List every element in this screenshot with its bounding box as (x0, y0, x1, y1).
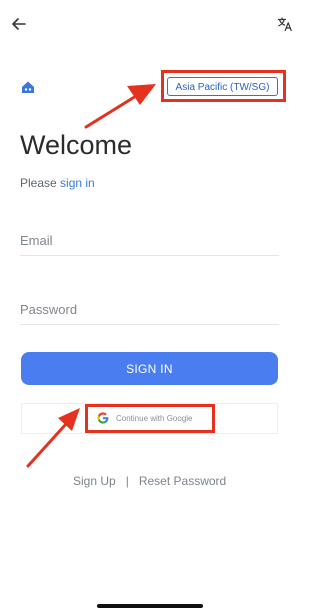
account-links: Sign Up | Reset Password (73, 474, 226, 488)
google-button-label: Continue with Google (116, 413, 193, 423)
signin-prompt: Please sign in (20, 176, 95, 190)
links-separator: | (125, 474, 129, 488)
signin-button[interactable]: SIGN IN (21, 352, 278, 385)
back-arrow-icon[interactable] (10, 15, 28, 33)
signin-link[interactable]: sign in (60, 176, 95, 190)
email-field[interactable] (20, 226, 279, 256)
home-indicator[interactable] (97, 604, 203, 608)
password-field[interactable] (20, 295, 279, 325)
continue-with-google-button[interactable]: Continue with Google (96, 410, 193, 426)
signin-prompt-text: Please (20, 176, 57, 190)
google-icon (97, 412, 109, 424)
region-selector-button[interactable]: Asia Pacific (TW/SG) (167, 77, 278, 96)
region-arrow-line (84, 94, 138, 129)
login-screen: Asia Pacific (TW/SG) Welcome Please sign… (0, 0, 300, 615)
sign-up-link[interactable]: Sign Up (73, 474, 116, 488)
page-title: Welcome (20, 130, 133, 160)
translate-icon[interactable] (277, 16, 293, 32)
home-icon (22, 81, 34, 93)
reset-password-link[interactable]: Reset Password (139, 474, 226, 488)
region-arrow-head (127, 84, 156, 105)
